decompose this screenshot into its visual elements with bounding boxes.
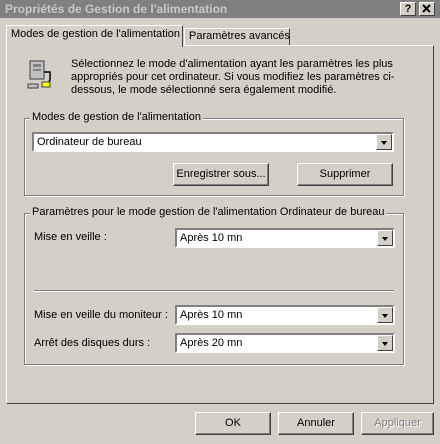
- tab-power-schemes-label: Modes de gestion de l'alimentation: [11, 28, 181, 40]
- power-scheme-select[interactable]: Ordinateur de bureau: [32, 132, 394, 152]
- power-scheme-value: Ordinateur de bureau: [37, 136, 142, 148]
- intro-text: Sélectionnez le mode d'alimentation ayan…: [71, 58, 395, 96]
- monitor-value: Après 10 mn: [180, 309, 243, 321]
- divider: [34, 290, 394, 292]
- apply-button[interactable]: Appliquer: [361, 412, 434, 435]
- power-computer-icon: [24, 58, 56, 90]
- settings-group-legend: Paramètres pour le mode gestion de l'ali…: [30, 206, 387, 218]
- monitor-select[interactable]: Après 10 mn: [175, 305, 395, 325]
- disks-value: Après 20 mn: [180, 337, 243, 349]
- standby-value: Après 10 mn: [180, 232, 243, 244]
- disks-select[interactable]: Après 20 mn: [175, 333, 395, 353]
- tab-advanced[interactable]: Paramètres avancés: [184, 28, 290, 46]
- modes-group-legend: Modes de gestion de l'alimentation: [30, 111, 204, 123]
- ok-button[interactable]: OK: [195, 412, 271, 435]
- window-title: Propriétés de Gestion de l'alimentation: [5, 2, 228, 16]
- chevron-down-icon[interactable]: [377, 307, 393, 323]
- title-bar[interactable]: Propriétés de Gestion de l'alimentation …: [0, 0, 440, 18]
- close-icon: [422, 4, 431, 13]
- tab-power-schemes[interactable]: Modes de gestion de l'alimentation: [6, 25, 183, 47]
- disks-label: Arrêt des disques durs :: [34, 337, 151, 349]
- standby-select[interactable]: Après 10 mn: [175, 228, 395, 248]
- chevron-down-icon[interactable]: [377, 335, 393, 351]
- delete-button[interactable]: Supprimer: [297, 163, 393, 186]
- standby-label: Mise en veille :: [34, 231, 107, 243]
- monitor-label: Mise en veille du moniteur :: [34, 309, 168, 321]
- help-button[interactable]: ?: [400, 2, 416, 16]
- chevron-down-icon[interactable]: [377, 230, 393, 246]
- save-as-button[interactable]: Enregistrer sous...: [173, 163, 269, 186]
- tab-advanced-label: Paramètres avancés: [189, 30, 290, 42]
- chevron-down-icon[interactable]: [376, 134, 392, 150]
- cancel-button[interactable]: Annuler: [278, 412, 354, 435]
- close-button[interactable]: [419, 2, 435, 16]
